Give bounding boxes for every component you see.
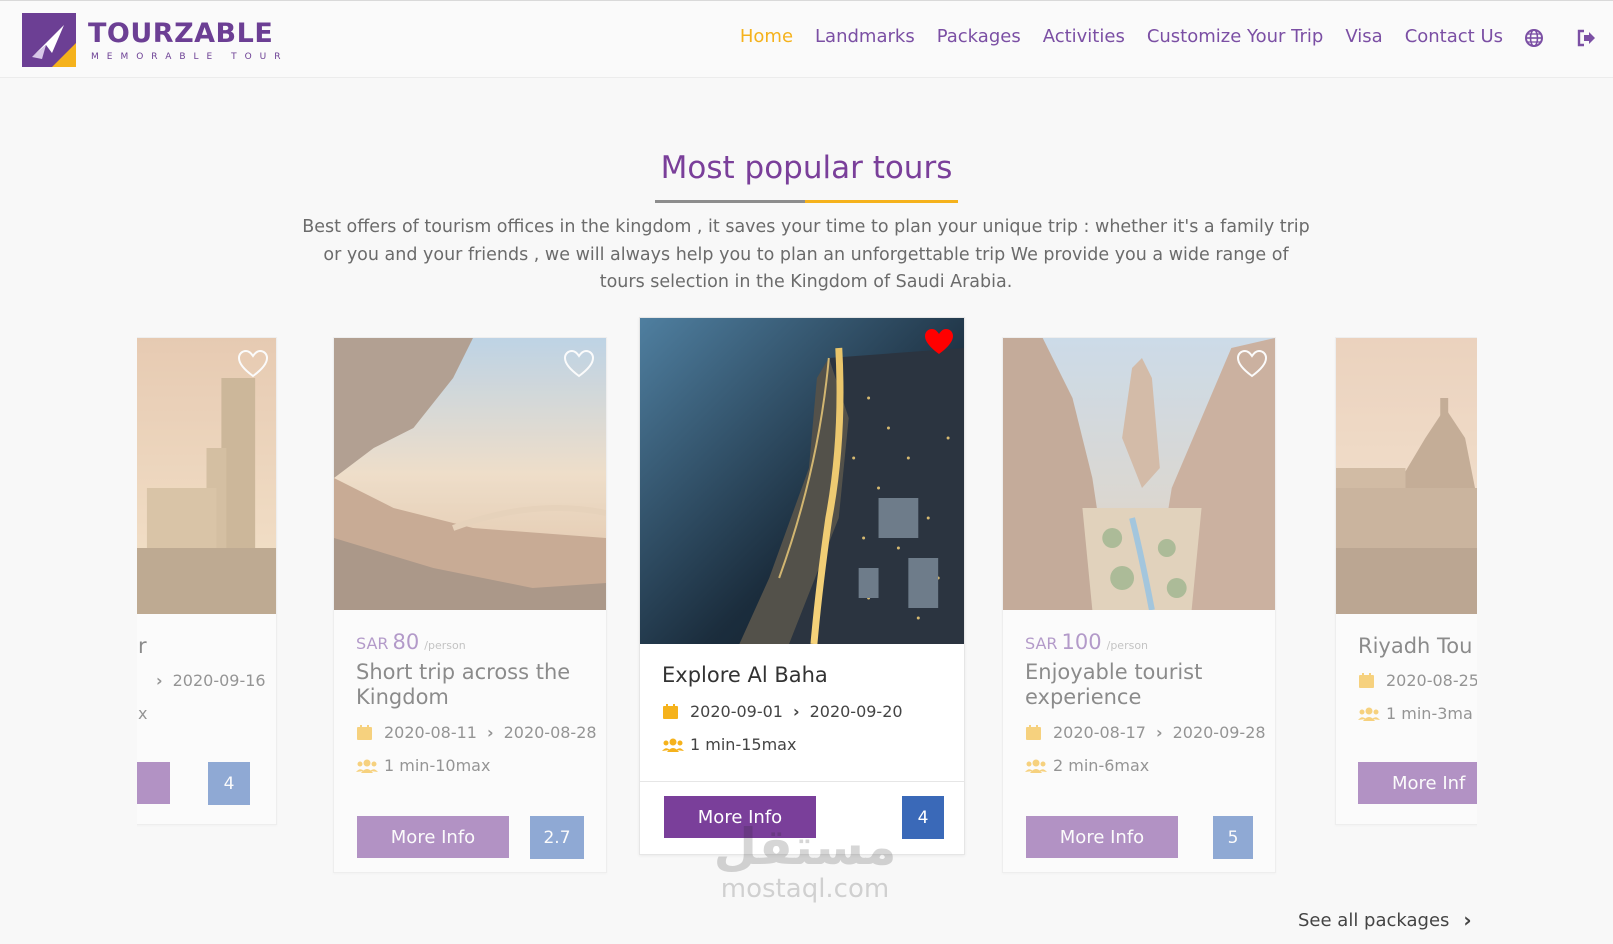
section-title: Most popular tours (660, 150, 953, 186)
logout-icon[interactable] (1576, 28, 1596, 48)
calendar-icon (1025, 724, 1043, 741)
calendar-icon (1358, 672, 1376, 689)
nav-visa[interactable]: Visa (1345, 26, 1382, 47)
more-info-button[interactable]: More Info (664, 796, 816, 838)
card-divider (640, 781, 964, 782)
calendar-icon (662, 703, 680, 720)
tour-card: SAR 100/person Enjoyable tourist experien… (1002, 337, 1276, 873)
heart-filled-icon[interactable] (924, 328, 954, 356)
navbar: TOURZABLE MEMORABLE TOUR Home Landmarks … (0, 0, 1613, 78)
tour-dates: › 2020-09-16 (146, 671, 266, 690)
tour-date-start: 2020-08-17 (1053, 723, 1146, 742)
globe-icon[interactable] (1524, 28, 1544, 48)
nav-activities[interactable]: Activities (1043, 26, 1125, 47)
tour-date-end: 2020-09-20 (809, 702, 903, 721)
nav-packages[interactable]: Packages (937, 26, 1021, 47)
tour-capacity-text: 1 min-15max (690, 735, 797, 754)
tour-price: SAR 80/person (356, 630, 466, 654)
tour-date-start: 2020-09-01 (690, 702, 783, 721)
heart-outline-icon[interactable] (563, 349, 595, 378)
chevron-right-icon: › (156, 671, 163, 690)
chevron-right-icon: › (486, 723, 494, 742)
tour-capacity-text: x (138, 704, 148, 723)
tour-image (137, 338, 276, 614)
more-info-button[interactable]: o (137, 762, 170, 804)
rating-badge: 4 (902, 796, 944, 839)
more-info-button[interactable]: More Inf (1358, 762, 1477, 804)
rating-badge: 2.7 (530, 816, 584, 859)
users-icon (356, 758, 378, 774)
title-underline (655, 200, 958, 203)
tour-capacity-text: 1 min-3ma (1386, 704, 1473, 723)
tour-capacity: 1 min-15max (662, 735, 796, 754)
tour-title: r (138, 634, 147, 658)
tour-capacity: 2 min-6max (1025, 756, 1149, 775)
chevron-right-icon: › (792, 702, 800, 721)
tour-capacity: x (138, 704, 147, 723)
rating-badge: 5 (1213, 816, 1253, 859)
tour-capacity: 1 min-3ma (1358, 704, 1473, 723)
see-all-packages-link[interactable]: See all packages › (1298, 908, 1472, 932)
chevron-right-icon: › (1155, 723, 1163, 742)
more-info-button[interactable]: More Info (357, 816, 509, 858)
tour-title: Short trip across the Kingdom (356, 660, 571, 709)
tour-image (334, 338, 606, 610)
tour-capacity-text: 1 min-10max (384, 756, 491, 775)
nav-landmarks[interactable]: Landmarks (815, 26, 915, 47)
tour-date-start: 2020-08-11 (384, 723, 477, 742)
main-nav: Home Landmarks Packages Activities Custo… (740, 26, 1503, 47)
tour-capacity: 1 min-10max (356, 756, 490, 775)
tour-image (1336, 338, 1477, 614)
tour-card: Riyadh Tou 2020-08-25 1 min-3ma More Inf (1335, 337, 1477, 825)
tour-date-end: 2020-09-28 (1172, 723, 1266, 742)
tour-dates: 2020-08-25 (1358, 671, 1477, 690)
see-all-label: See all packages (1298, 909, 1450, 931)
brand-tagline: MEMORABLE TOUR (91, 51, 289, 62)
nav-contact[interactable]: Contact Us (1405, 26, 1503, 47)
logo[interactable]: TOURZABLE MEMORABLE TOUR (22, 13, 289, 67)
chevron-right-icon: › (1463, 908, 1472, 932)
nav-customize-trip[interactable]: Customize Your Trip (1147, 26, 1324, 47)
tour-dates: 2020-08-11 › 2020-08-28 (356, 723, 597, 742)
tour-card: SAR 80/person Short trip across the Kingd… (333, 337, 607, 873)
price-currency: SAR (1025, 634, 1058, 653)
tour-card-featured: Explore Al Baha 2020-09-01 › 2020-09-20 … (639, 317, 965, 855)
tour-card: r › 2020-09-16 x o 4 (137, 337, 277, 825)
users-icon (1358, 706, 1380, 722)
tour-capacity-text: 2 min-6max (1053, 756, 1150, 775)
tour-dates: 2020-08-17 › 2020-09-28 (1025, 723, 1266, 742)
more-info-button[interactable]: More Info (1026, 816, 1178, 858)
tour-title: Riyadh Tou (1358, 634, 1473, 658)
tour-price: SAR 100/person (1025, 630, 1148, 654)
rating-badge: 4 (208, 762, 250, 805)
tour-date-start: 2020-08-25 (1386, 671, 1477, 690)
price-amount: 80 (392, 630, 420, 654)
tour-dates: 2020-09-01 › 2020-09-20 (662, 702, 903, 721)
logo-mark-icon (22, 13, 76, 67)
tour-image (640, 318, 964, 644)
nav-home[interactable]: Home (740, 26, 793, 47)
users-icon (1025, 758, 1047, 774)
brand-name: TOURZABLE (88, 17, 274, 49)
heart-outline-icon[interactable] (1236, 349, 1268, 378)
tour-date-end: 2020-08-28 (503, 723, 597, 742)
calendar-icon (356, 724, 374, 741)
tour-title: Enjoyable tourist experience (1025, 660, 1203, 709)
price-per: /person (424, 639, 466, 652)
tour-image (1003, 338, 1275, 610)
tour-date-end: 2020-09-16 (172, 671, 266, 690)
tours-carousel[interactable]: r › 2020-09-16 x o 4 SAR80/person (137, 310, 1477, 900)
heart-outline-icon[interactable] (237, 349, 269, 378)
section-description: Best offers of tourism offices in the ki… (302, 217, 1310, 292)
price-currency: SAR (356, 634, 389, 653)
tour-title: Explore Al Baha (662, 663, 828, 687)
price-per: /person (1106, 639, 1149, 652)
price-amount: 100 (1061, 630, 1102, 654)
users-icon (662, 737, 684, 753)
section-heading: Most popular tours (0, 150, 1613, 200)
